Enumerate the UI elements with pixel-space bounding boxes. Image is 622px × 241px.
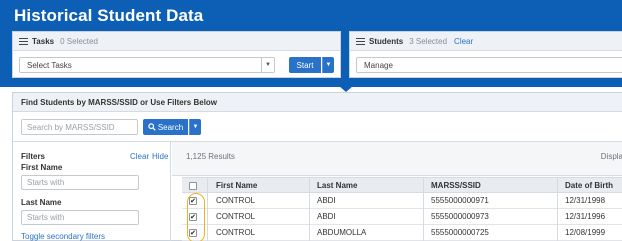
list-icon bbox=[19, 37, 28, 45]
chevron-down-icon: ▼ bbox=[261, 58, 274, 72]
search-dropdown-button[interactable]: ▼ bbox=[189, 119, 201, 135]
list-icon bbox=[356, 37, 365, 45]
start-dropdown-button[interactable]: ▼ bbox=[322, 57, 334, 73]
cell-last-name: ABDI bbox=[317, 212, 336, 221]
students-panel: Students 3 Selected Clear Manage bbox=[349, 31, 622, 78]
column-header-date-of-birth[interactable]: Date of Birth bbox=[565, 181, 613, 190]
page-header: Historical Student Data Tasks 0 Selected… bbox=[0, 0, 622, 87]
manage-select[interactable]: Manage bbox=[356, 57, 622, 73]
students-panel-header: Students 3 Selected Clear bbox=[350, 32, 622, 51]
filters-hide-link[interactable]: Hide bbox=[152, 152, 168, 161]
column-separator bbox=[207, 177, 208, 241]
toggle-secondary-filters-link[interactable]: Toggle secondary filters bbox=[21, 232, 105, 241]
select-all-checkbox[interactable] bbox=[189, 182, 197, 190]
cell-last-name: ABDI bbox=[317, 196, 336, 205]
results-count: 1,125 Results bbox=[186, 152, 235, 161]
cell-marss-ssid: 5555000000971 bbox=[431, 196, 489, 205]
chevron-down-icon: ▼ bbox=[325, 62, 332, 68]
last-name-label: Last Name bbox=[21, 198, 62, 207]
students-clear-link[interactable]: Clear bbox=[454, 37, 473, 46]
cell-first-name: CONTROL bbox=[216, 228, 256, 237]
manage-select-value: Manage bbox=[364, 60, 393, 70]
tasks-select[interactable]: Select Tasks ▼ bbox=[19, 57, 275, 73]
column-header-marss-ssid[interactable]: MARSS/SSID bbox=[431, 181, 481, 190]
students-selected-count: 3 Selected bbox=[409, 36, 448, 46]
start-button[interactable]: Start bbox=[289, 57, 321, 73]
results-panel: 1,125 Results Displa First Name Last Nam… bbox=[172, 142, 622, 241]
search-button[interactable]: Search bbox=[143, 119, 188, 135]
results-toolbar: 1,125 Results Displa bbox=[172, 142, 622, 176]
display-options-label[interactable]: Displa bbox=[601, 152, 622, 161]
find-students-title: Find Students by MARSS/SSID or Use Filte… bbox=[13, 93, 622, 112]
cell-date-of-birth: 12/31/1996 bbox=[565, 212, 606, 221]
cell-first-name: CONTROL bbox=[216, 212, 256, 221]
cell-marss-ssid: 5555000000725 bbox=[431, 228, 489, 237]
tasks-selected-count: 0 Selected bbox=[60, 36, 98, 46]
checkbox-highlight-annotation bbox=[187, 193, 205, 241]
cell-date-of-birth: 12/08/1999 bbox=[565, 228, 606, 237]
tasks-title: Tasks bbox=[32, 36, 55, 46]
cell-marss-ssid: 5555000000973 bbox=[431, 212, 489, 221]
students-title: Students bbox=[369, 36, 404, 46]
ssid-search-input[interactable]: Search by MARSS/SSID bbox=[21, 119, 138, 135]
cell-date-of-birth: 12/31/1998 bbox=[565, 196, 606, 205]
first-name-label: First Name bbox=[21, 163, 63, 172]
cell-last-name: ABDUMOLLA bbox=[317, 228, 367, 237]
filters-sidebar: Filters Clear Hide First Name Starts wit… bbox=[13, 142, 171, 241]
chevron-down-icon: ▼ bbox=[192, 124, 199, 130]
filters-title: Filters bbox=[21, 152, 46, 161]
tasks-panel: Tasks 0 Selected Select Tasks ▼ Start ▼ bbox=[12, 31, 341, 78]
filters-clear-link[interactable]: Clear bbox=[130, 152, 149, 161]
search-button-label: Search bbox=[157, 122, 184, 132]
page-title: Historical Student Data bbox=[14, 6, 204, 25]
tasks-select-value: Select Tasks bbox=[27, 60, 72, 70]
column-header-last-name[interactable]: Last Name bbox=[317, 181, 357, 190]
first-name-field[interactable]: Starts with bbox=[21, 175, 139, 190]
table-row[interactable]: ✔ CONTROL ABDI 5555000000973 12/31/1996 bbox=[182, 209, 622, 225]
column-separator bbox=[557, 177, 558, 241]
column-separator bbox=[423, 177, 424, 241]
search-icon bbox=[148, 123, 156, 131]
table-row[interactable]: ✔ CONTROL ABDI 5555000000971 12/31/1998 bbox=[182, 193, 622, 209]
column-separator bbox=[309, 177, 310, 241]
last-name-field[interactable]: Starts with bbox=[21, 210, 139, 225]
tasks-panel-header: Tasks 0 Selected bbox=[13, 32, 340, 51]
table-row[interactable]: ✔ CONTROL ABDUMOLLA 5555000000725 12/08/… bbox=[182, 225, 622, 241]
cell-first-name: CONTROL bbox=[216, 196, 256, 205]
find-students-panel: Find Students by MARSS/SSID or Use Filte… bbox=[12, 92, 622, 241]
column-header-first-name[interactable]: First Name bbox=[216, 181, 257, 190]
